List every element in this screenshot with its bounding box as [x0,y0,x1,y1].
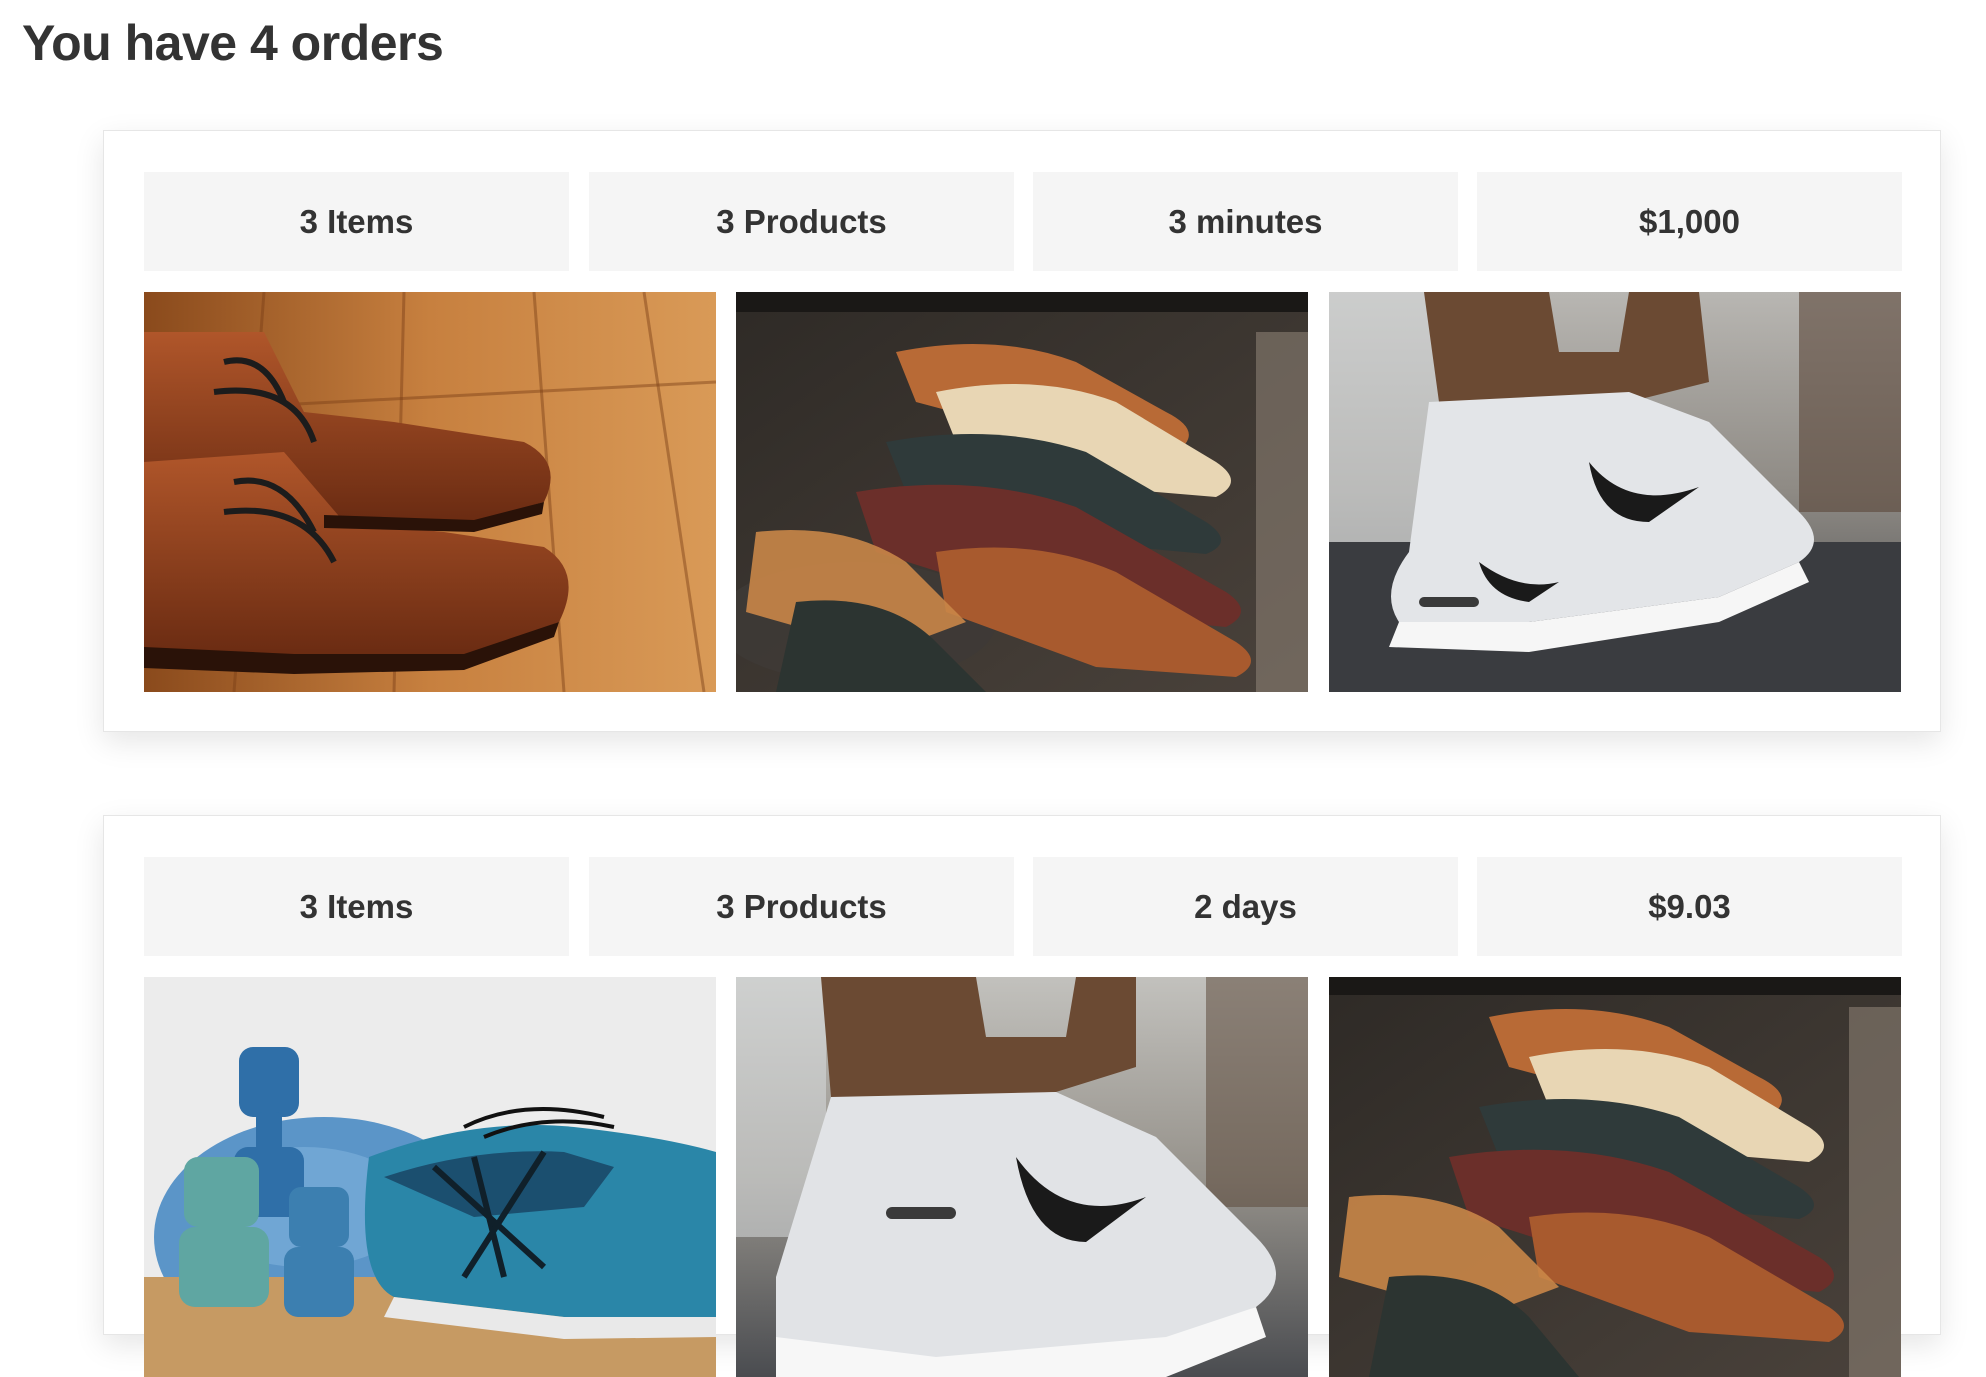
order-summary: 3 Items 3 Products 2 days $9.03 [144,857,1902,956]
items-count: 3 Items [144,857,569,956]
items-count: 3 Items [144,172,569,271]
product-image-dress-shoes[interactable] [1329,977,1901,1377]
order-summary: 3 Items 3 Products 3 minutes $1,000 [144,172,1902,271]
product-images [144,292,1902,692]
order-card[interactable]: 3 Items 3 Products 3 minutes $1,000 [103,130,1941,732]
products-count: 3 Products [589,172,1014,271]
order-total: $1,000 [1477,172,1902,271]
order-card[interactable]: 3 Items 3 Products 2 days $9.03 [103,815,1941,1377]
product-image-brown-boots[interactable] [144,292,716,692]
products-count: 3 Products [589,857,1014,956]
product-image-white-sneaker[interactable] [1329,292,1901,692]
product-image-white-sneaker[interactable] [736,977,1308,1377]
product-image-dress-shoes[interactable] [736,292,1308,692]
order-time: 3 minutes [1033,172,1458,271]
order-time: 2 days [1033,857,1458,956]
product-images [144,977,1902,1377]
order-total: $9.03 [1477,857,1902,956]
product-image-dumbbells-shoe[interactable] [144,977,716,1377]
page-title: You have 4 orders [22,15,444,71]
